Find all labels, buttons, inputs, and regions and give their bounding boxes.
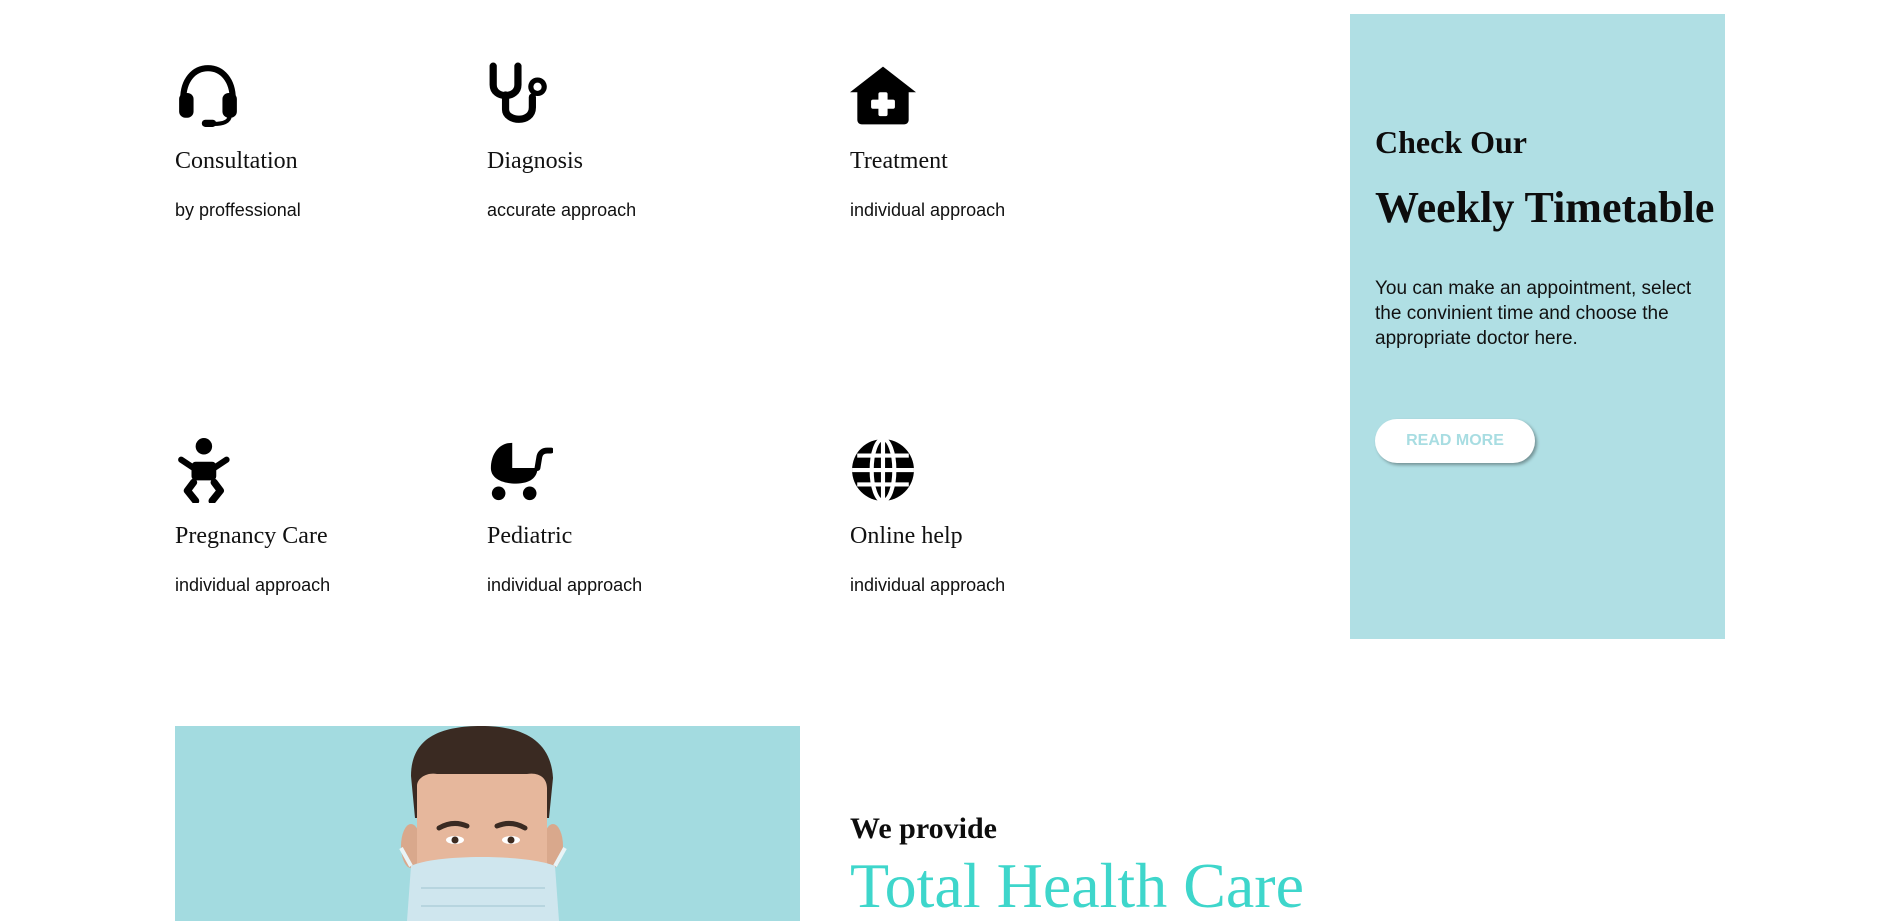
service-title: Diagnosis <box>487 148 583 174</box>
service-title: Online help <box>850 523 963 549</box>
timetable-card: Check Our Weekly Timetable You can make … <box>1350 14 1725 639</box>
service-treatment: Treatment individual approach <box>850 62 1170 220</box>
clinic-house-icon <box>850 62 916 128</box>
service-title: Treatment <box>850 148 948 174</box>
service-pregnancy-care: Pregnancy Care individual approach <box>175 437 495 595</box>
service-online-help: Online help individual approach <box>850 437 1170 595</box>
baby-icon <box>175 437 241 503</box>
service-subtitle: accurate approach <box>487 200 637 220</box>
about-headline: Total Health Care <box>850 850 1304 921</box>
service-subtitle: individual approach <box>850 200 1006 220</box>
service-title: Consultation <box>175 148 298 174</box>
service-subtitle: by proffessional <box>175 200 301 220</box>
service-consultation: Consultation by proffessional <box>175 62 495 220</box>
service-pediatric: Pediatric individual approach <box>487 437 807 595</box>
timetable-heading: Weekly Timetable <box>1375 183 1715 232</box>
service-subtitle: individual approach <box>487 575 643 595</box>
service-subtitle: individual approach <box>850 575 1006 595</box>
headset-icon <box>175 62 241 128</box>
doctor-photo <box>175 726 800 921</box>
read-more-button[interactable]: READ MORE <box>1375 419 1535 463</box>
timetable-description: You can make an appointment, select the … <box>1375 278 1692 349</box>
service-subtitle: individual approach <box>175 575 331 595</box>
service-title: Pediatric <box>487 523 573 549</box>
globe-icon <box>850 437 916 503</box>
timetable-kicker: Check Our <box>1375 124 1527 160</box>
service-diagnosis: Diagnosis accurate approach <box>487 62 807 220</box>
baby-carriage-icon <box>487 437 553 503</box>
service-title: Pregnancy Care <box>175 523 328 549</box>
about-kicker: We provide <box>850 812 997 845</box>
stethoscope-icon <box>487 62 553 128</box>
